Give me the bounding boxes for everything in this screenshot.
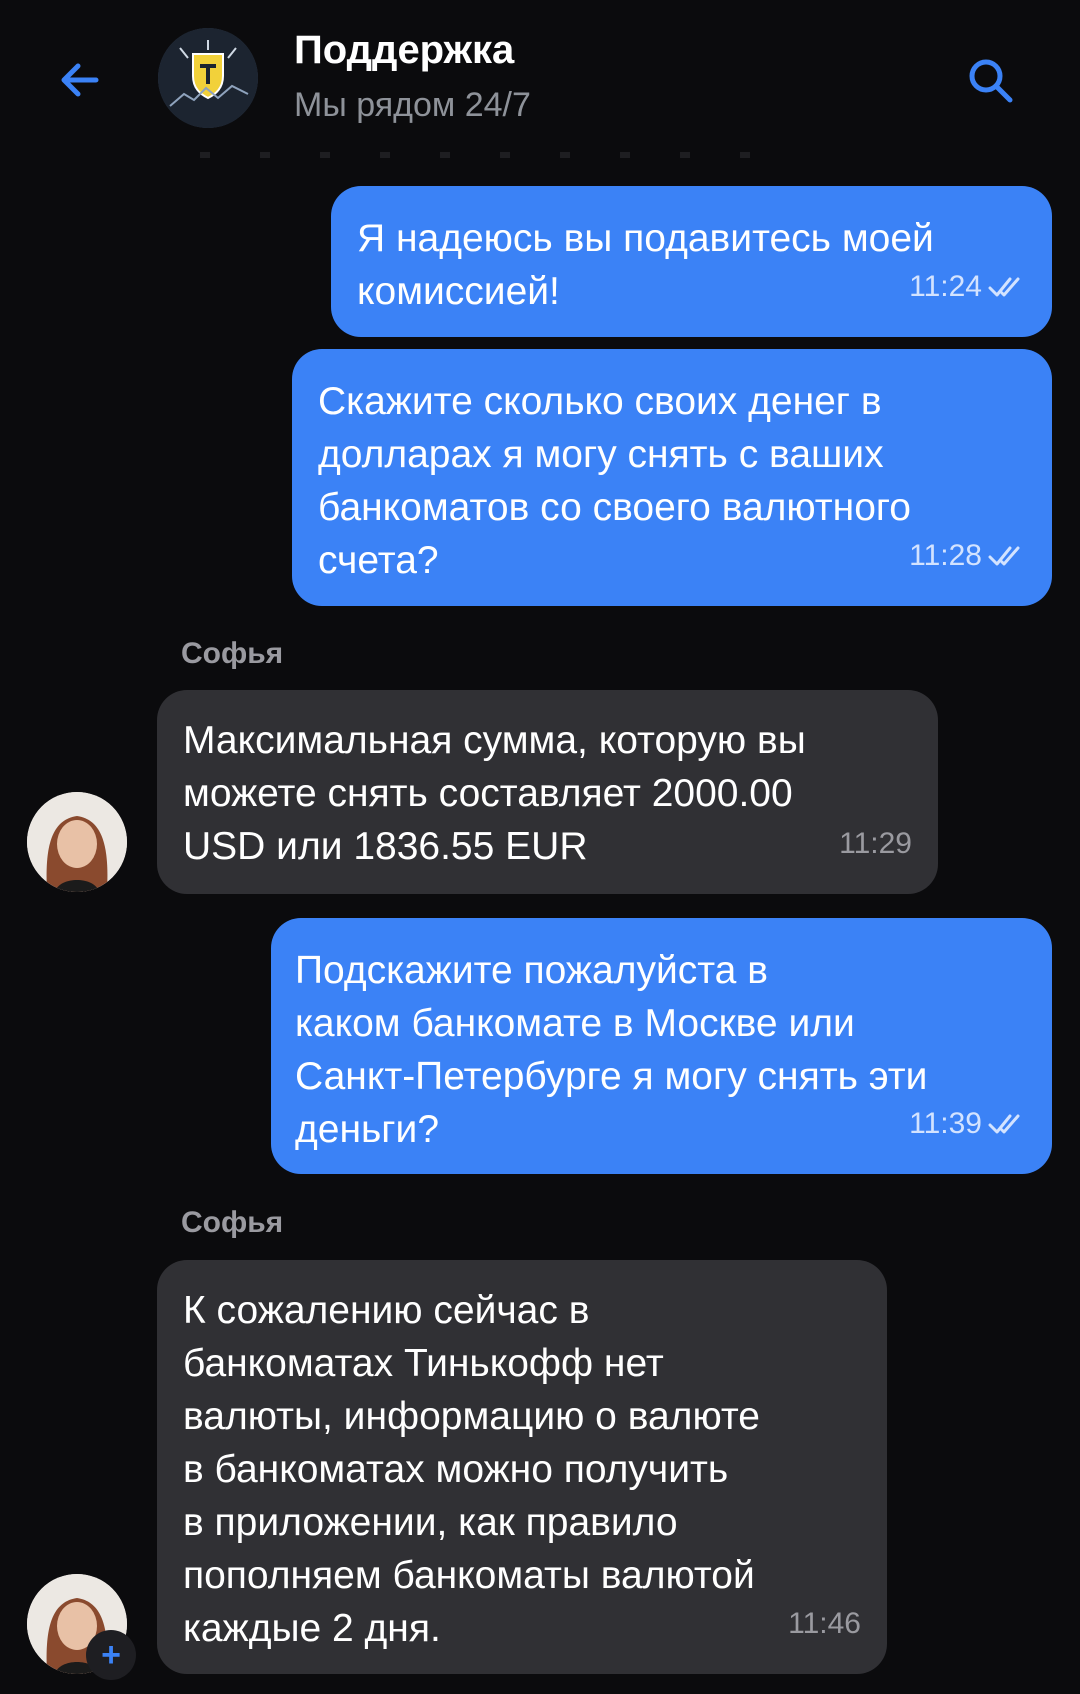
double-check-icon <box>988 546 1020 565</box>
outgoing-message[interactable]: Подскажите пожалуйста в каком банкомате … <box>271 918 1052 1174</box>
arrow-left-icon <box>61 63 99 97</box>
message-time: 11:39 <box>909 1107 982 1140</box>
message-time: 11:29 <box>839 827 912 860</box>
plus-icon: + <box>101 1635 121 1674</box>
search-icon <box>969 59 1013 103</box>
agent-avatar[interactable] <box>27 792 127 892</box>
outgoing-message[interactable]: Я надеюсь вы подавитесь моей комиссией! … <box>331 186 1052 337</box>
agent-photo <box>27 792 127 892</box>
sender-name: Софья <box>181 637 284 670</box>
message-meta: 11:29 <box>839 817 912 870</box>
message-text: К сожалению сейчас в банкоматах Тинькофф… <box>183 1289 760 1650</box>
incoming-message[interactable]: Максимальная сумма, которую вы можете сн… <box>157 690 938 894</box>
back-button[interactable] <box>52 52 108 108</box>
clipped-previous-message <box>200 152 780 158</box>
message-time: 11:46 <box>788 1607 861 1640</box>
support-avatar-logo[interactable] <box>158 28 258 128</box>
message-time: 11:24 <box>909 270 982 303</box>
message-meta: 11:46 <box>788 1597 861 1650</box>
chat-header: Поддержка Мы рядом 24/7 <box>0 0 1080 150</box>
double-check-icon <box>988 277 1020 296</box>
sender-name: Софья <box>181 1206 284 1239</box>
outgoing-message[interactable]: Скажите сколько своих денег в долларах я… <box>292 349 1052 606</box>
double-check-icon <box>988 1114 1020 1133</box>
message-text: Максимальная сумма, которую вы можете сн… <box>183 719 806 868</box>
chat-title: Поддержка <box>294 28 515 72</box>
message-meta: 11:24 <box>909 260 1026 313</box>
bank-shield-icon <box>158 28 258 128</box>
message-time: 11:28 <box>909 539 982 572</box>
chat-subtitle: Мы рядом 24/7 <box>294 86 531 124</box>
search-button[interactable] <box>960 50 1020 110</box>
message-meta: 11:28 <box>909 529 1026 582</box>
add-button[interactable]: + <box>86 1630 136 1680</box>
incoming-message[interactable]: К сожалению сейчас в банкоматах Тинькофф… <box>157 1260 887 1674</box>
message-meta: 11:39 <box>909 1097 1026 1150</box>
